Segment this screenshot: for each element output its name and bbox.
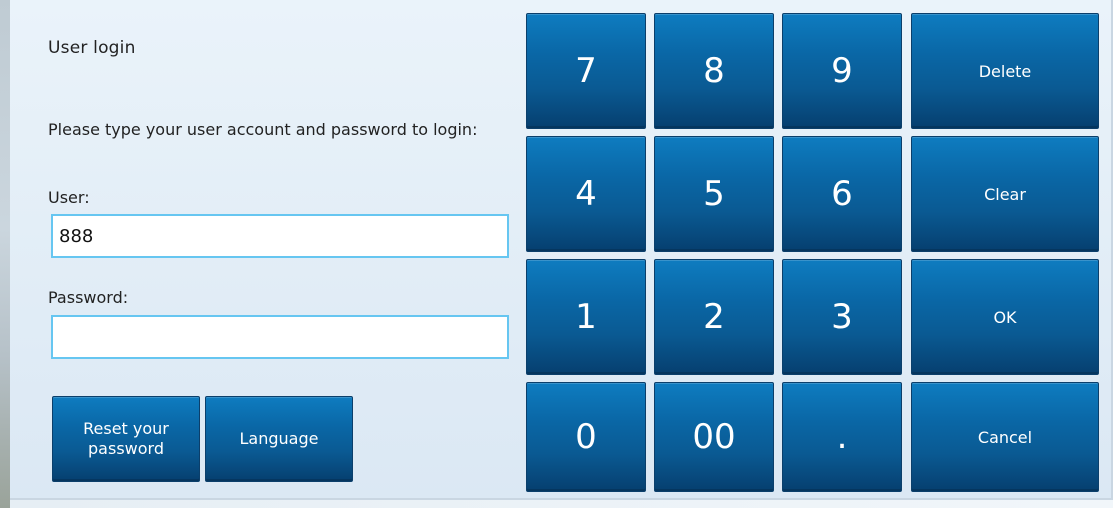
key-label: 1 <box>575 297 597 337</box>
key-6-button[interactable]: 6 <box>782 136 902 252</box>
key-label: 2 <box>703 297 725 337</box>
key-7-button[interactable]: 7 <box>526 13 646 129</box>
key-label: Delete <box>978 61 1032 81</box>
user-input[interactable] <box>51 214 509 258</box>
key-decimal-button[interactable]: . <box>782 382 902 492</box>
key-3-button[interactable]: 3 <box>782 259 902 375</box>
key-label: 9 <box>831 51 853 91</box>
password-label: Password: <box>48 288 129 307</box>
key-label: Clear <box>984 184 1026 204</box>
language-button[interactable]: Language <box>205 396 353 482</box>
key-label: 4 <box>575 174 597 214</box>
key-label: 0 <box>575 417 597 457</box>
window-left-edge <box>0 0 10 508</box>
key-label: Cancel <box>977 427 1033 447</box>
password-input[interactable] <box>51 315 509 359</box>
login-window: User login Please type your user account… <box>0 0 1113 508</box>
login-panel: User login Please type your user account… <box>10 0 1113 500</box>
key-9-button[interactable]: 9 <box>782 13 902 129</box>
key-4-button[interactable]: 4 <box>526 136 646 252</box>
key-label: 6 <box>831 174 853 214</box>
reset-password-label: Reset your password <box>83 419 169 458</box>
key-label: 3 <box>831 297 853 337</box>
language-label: Language <box>239 429 319 448</box>
clear-button[interactable]: Clear <box>911 136 1099 252</box>
key-2-button[interactable]: 2 <box>654 259 774 375</box>
key-label: . <box>836 417 848 457</box>
cancel-button[interactable]: Cancel <box>911 382 1099 492</box>
reset-password-button[interactable]: Reset your password <box>52 396 200 482</box>
key-8-button[interactable]: 8 <box>654 13 774 129</box>
ok-button[interactable]: OK <box>911 259 1099 375</box>
user-label: User: <box>48 188 90 207</box>
key-5-button[interactable]: 5 <box>654 136 774 252</box>
key-label: 00 <box>692 417 736 457</box>
key-label: 7 <box>575 51 597 91</box>
key-label: 5 <box>703 174 725 214</box>
key-0-button[interactable]: 0 <box>526 382 646 492</box>
key-1-button[interactable]: 1 <box>526 259 646 375</box>
delete-button[interactable]: Delete <box>911 13 1099 129</box>
key-label: 8 <box>703 51 725 91</box>
key-00-button[interactable]: 00 <box>654 382 774 492</box>
key-label: OK <box>993 307 1017 327</box>
login-instructions: Please type your user account and passwo… <box>48 120 478 139</box>
page-title: User login <box>48 38 136 58</box>
